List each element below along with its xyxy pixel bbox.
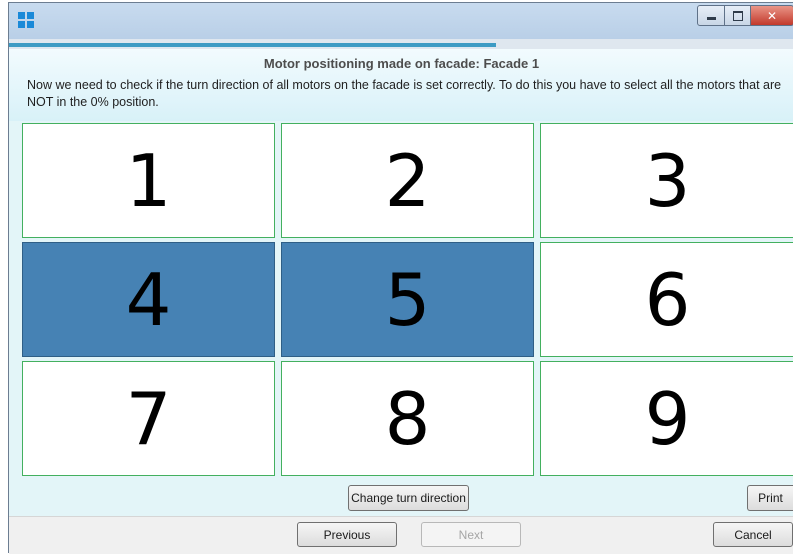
motor-cell-3[interactable]: 3 bbox=[540, 123, 793, 238]
motor-label: 1 bbox=[125, 138, 172, 223]
close-icon: ✕ bbox=[766, 8, 778, 23]
action-bar: Change turn direction Print bbox=[9, 481, 793, 516]
next-button[interactable]: Next bbox=[421, 522, 521, 547]
motor-cell-7[interactable]: 7 bbox=[22, 361, 275, 476]
navigation-bar: Previous Next Cancel bbox=[9, 516, 793, 554]
motor-cell-9[interactable]: 9 bbox=[540, 361, 793, 476]
cancel-button[interactable]: Cancel bbox=[713, 522, 793, 547]
info-panel: Motor positioning made on facade: Facade… bbox=[9, 49, 793, 121]
change-turn-direction-button[interactable]: Change turn direction bbox=[348, 485, 469, 511]
motor-label: 4 bbox=[125, 257, 172, 342]
motor-label: 5 bbox=[384, 257, 431, 342]
page-title: Motor positioning made on facade: Facade… bbox=[263, 56, 540, 71]
motor-cell-6[interactable]: 6 bbox=[540, 242, 793, 357]
motor-label: 8 bbox=[384, 376, 431, 461]
close-button[interactable]: ✕ bbox=[751, 5, 793, 26]
motor-label: 9 bbox=[644, 376, 691, 461]
app-icon bbox=[18, 12, 34, 28]
window-controls: ✕ bbox=[697, 5, 793, 26]
wizard-content: Motor positioning made on facade: Facade… bbox=[9, 39, 793, 554]
motor-cell-5[interactable]: 5 bbox=[281, 242, 534, 357]
motor-label: 2 bbox=[384, 138, 431, 223]
minimize-icon bbox=[706, 17, 716, 20]
wizard-progress bbox=[9, 39, 793, 49]
motor-cell-8[interactable]: 8 bbox=[281, 361, 534, 476]
maximize-icon bbox=[732, 10, 743, 21]
motor-label: 7 bbox=[125, 376, 172, 461]
instructions-text: Now we need to check if the turn directi… bbox=[27, 78, 782, 109]
print-button[interactable]: Print bbox=[747, 485, 793, 511]
title-bar[interactable]: ✕ bbox=[9, 3, 793, 39]
motor-label: 3 bbox=[644, 138, 691, 223]
motor-cell-4[interactable]: 4 bbox=[22, 242, 275, 357]
motor-label: 6 bbox=[644, 257, 691, 342]
wizard-progress-fill bbox=[9, 43, 496, 47]
motor-grid: 1 2 3 4 5 6 7 8 9 bbox=[9, 121, 793, 481]
application-window: ✕ Motor positioning made on facade: Faca… bbox=[8, 2, 793, 554]
previous-button[interactable]: Previous bbox=[297, 522, 397, 547]
minimize-button[interactable] bbox=[697, 5, 725, 26]
maximize-button[interactable] bbox=[725, 5, 751, 26]
motor-cell-1[interactable]: 1 bbox=[22, 123, 275, 238]
motor-cell-2[interactable]: 2 bbox=[281, 123, 534, 238]
